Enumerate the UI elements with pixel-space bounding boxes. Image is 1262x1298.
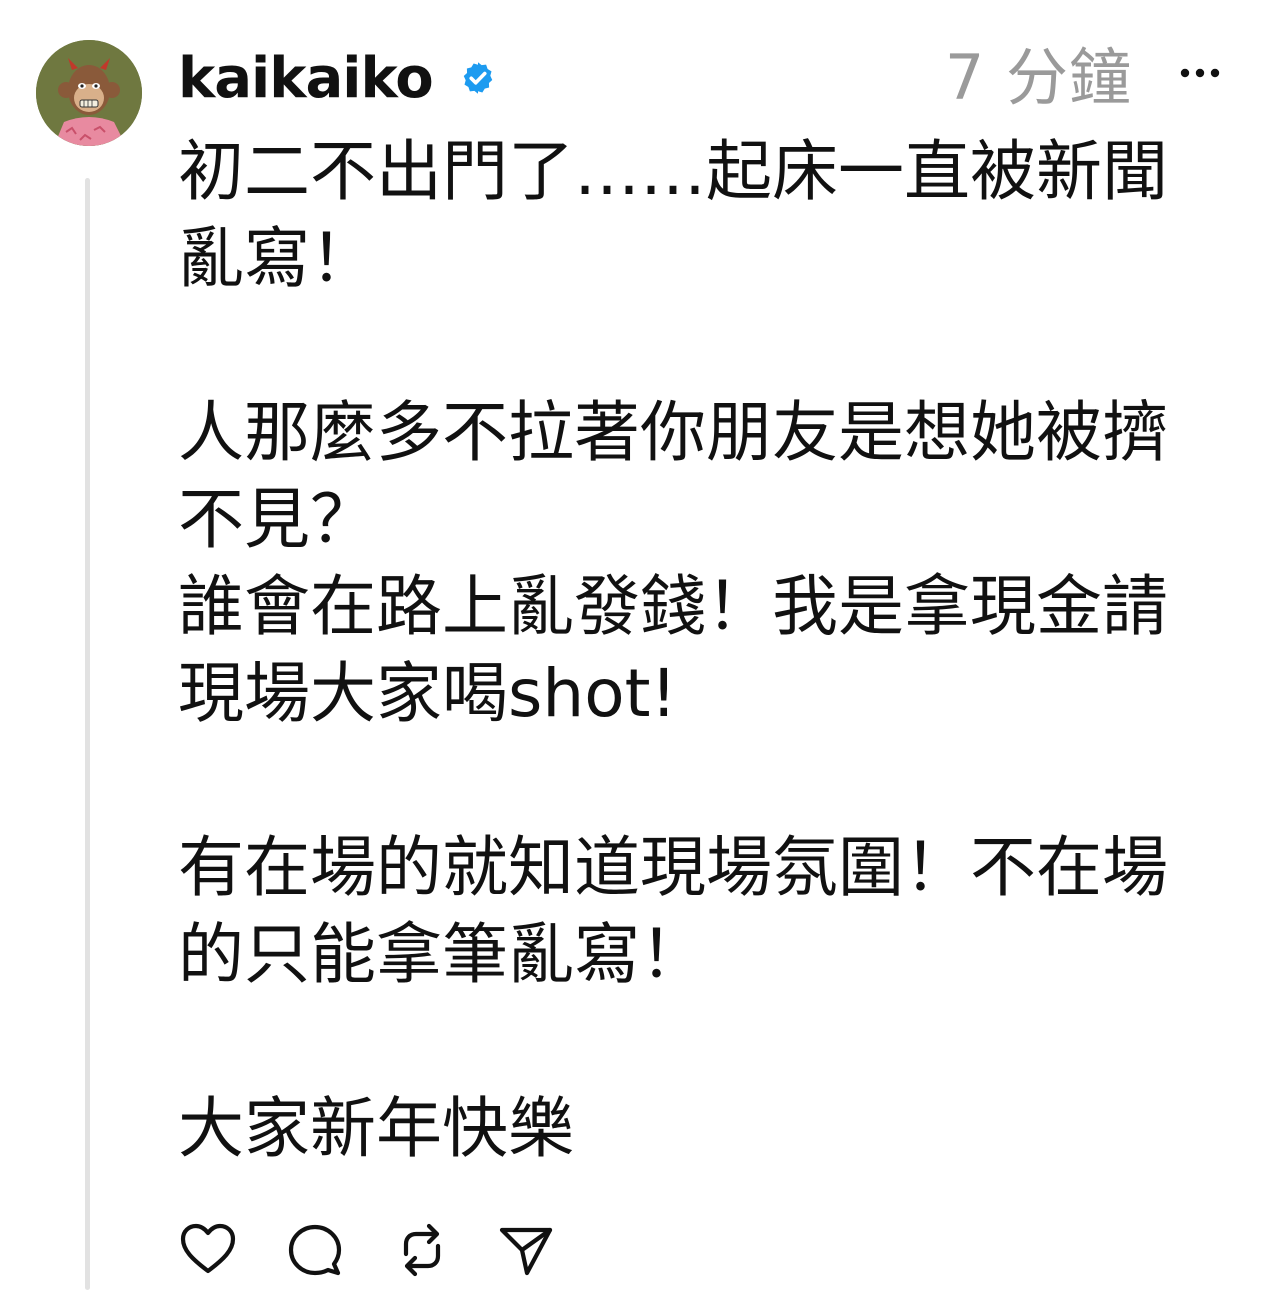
avatar[interactable] bbox=[36, 40, 142, 146]
post-body: 初二不出門了……起床一直被新聞 亂寫！ 人那麼多不拉著你朋友是想她被擠 不見？ … bbox=[178, 128, 1218, 1172]
post-paragraph: 初二不出門了……起床一直被新聞 亂寫！ bbox=[178, 133, 1168, 297]
thread-line bbox=[85, 178, 90, 1290]
send-icon bbox=[499, 1227, 553, 1276]
repost-icon bbox=[403, 1223, 441, 1277]
post-header: kaikaiko 7 分鐘 bbox=[178, 40, 1222, 120]
username[interactable]: kaikaiko bbox=[178, 44, 434, 114]
share-button[interactable] bbox=[496, 1220, 556, 1280]
repost-button[interactable] bbox=[392, 1220, 452, 1280]
heart-icon bbox=[180, 1223, 236, 1274]
post-timestamp: 7 分鐘 bbox=[944, 41, 1132, 114]
post-paragraph: 人那麼多不拉著你朋友是想她被擠 不見？ 誰會在路上亂發錢！我是拿現金請 現場大家… bbox=[178, 394, 1168, 732]
more-options-icon[interactable] bbox=[1178, 66, 1222, 80]
action-bar bbox=[178, 1220, 598, 1286]
like-button[interactable] bbox=[178, 1220, 238, 1280]
thread-post: kaikaiko 7 分鐘 初二不出門了……起床一直被新聞 亂寫！ 人那麼多不拉… bbox=[0, 0, 1262, 1298]
verified-badge-icon bbox=[463, 62, 493, 94]
avatar-ape-icon bbox=[36, 40, 142, 146]
post-paragraph: 有在場的就知道現場氛圍！不在場 的只能拿筆亂寫！ bbox=[178, 829, 1168, 993]
comment-icon bbox=[288, 1224, 342, 1276]
post-paragraph: 大家新年快樂 bbox=[178, 1090, 574, 1167]
reply-button[interactable] bbox=[285, 1220, 345, 1280]
